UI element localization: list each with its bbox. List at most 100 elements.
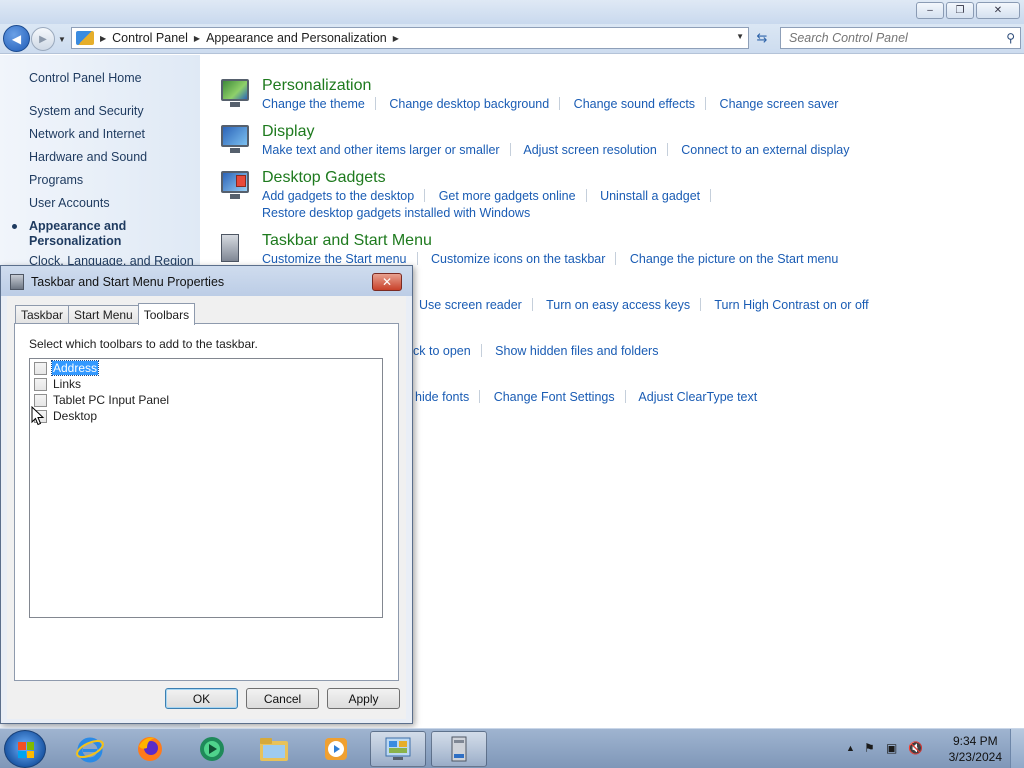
add-gadgets-link[interactable]: Add gadgets to the desktop [262,189,414,203]
toolbar-item-tablet-pc[interactable]: Tablet PC Input Panel [34,392,170,408]
forward-button[interactable]: ▶ [31,27,55,51]
toolbar-item-address[interactable]: Address [34,360,100,376]
breadcrumb-control-panel[interactable]: Control Panel [112,31,188,45]
volume-muted-icon[interactable]: 🔇 [908,741,923,755]
show-hidden-icons-icon[interactable]: ▲ [846,743,855,753]
address-dropdown-icon[interactable]: ▼ [736,32,744,41]
sidebar-item-appearance[interactable]: Appearance and Personalization [29,219,126,249]
dialog-close-button[interactable]: ✕ [372,273,402,291]
breadcrumb-separator-icon[interactable]: ▶ [100,34,106,43]
breadcrumb-separator-icon[interactable]: ▶ [194,34,200,43]
dialog-titlebar[interactable]: Taskbar and Start Menu Properties ✕ [1,266,412,296]
cleartype-link[interactable]: Adjust ClearType text [638,390,757,404]
taskbar-properties-window[interactable] [431,731,487,767]
clock-time: 9:34 PM [952,734,998,748]
close-window-button[interactable]: ✕ [976,2,1020,19]
sidebar-item-control-panel-home[interactable]: Control Panel Home [29,71,142,85]
network-icon[interactable]: ▣ [886,741,897,755]
show-hidden-files-link[interactable]: Show hidden files and folders [495,344,658,358]
clock[interactable]: 9:34 PM 3/23/2024 [949,733,1002,765]
taskbar-firefox[interactable] [122,731,178,767]
breadcrumb-separator-icon[interactable]: ▶ [393,34,399,43]
mouse-pointer-icon [31,406,45,426]
customize-taskbar-icons-link[interactable]: Customize icons on the taskbar [431,252,605,266]
change-screen-saver-link[interactable]: Change screen saver [720,97,839,111]
change-background-link[interactable]: Change desktop background [389,97,549,111]
toolbars-instruction: Select which toolbars to add to the task… [29,337,258,351]
breadcrumb-appearance[interactable]: Appearance and Personalization [206,31,387,45]
sidebar-item-system-security[interactable]: System and Security [29,104,144,118]
toolbar-label: Links [53,377,82,391]
taskbar-media-center[interactable] [184,731,240,767]
search-box[interactable]: ⚲ [780,27,1021,49]
high-contrast-link[interactable]: Turn High Contrast on or off [714,298,868,312]
dialog-body: Taskbar Start Menu Toolbars Select which… [7,296,406,719]
single-double-click-link[interactable]: ck to open [413,344,471,358]
taskbar-properties-icon [10,274,24,290]
screen-resolution-link[interactable]: Adjust screen resolution [523,143,656,157]
back-button[interactable]: ◀ [3,25,30,52]
change-start-picture-link[interactable]: Change the picture on the Start menu [630,252,838,266]
taskbar-title[interactable]: Taskbar and Start Menu [262,232,432,250]
window-controls: – ❐ ✕ [916,2,1020,19]
toolbars-list[interactable]: Address Links Tablet PC Input Panel Desk… [29,358,383,618]
start-button[interactable] [4,730,46,768]
taskbar-media-player[interactable] [308,731,364,767]
taskbar-windows-explorer[interactable] [246,731,302,767]
sidebar-item-network[interactable]: Network and Internet [29,127,145,141]
taskbar-links: Customize the Start menu Customize icons… [262,252,838,266]
folder-options-links: ck to open Show hidden files and folders [413,344,658,358]
text-size-link[interactable]: Make text and other items larger or smal… [262,143,500,157]
cancel-button[interactable]: Cancel [246,688,319,709]
customize-start-menu-link[interactable]: Customize the Start menu [262,252,407,266]
uninstall-gadget-link[interactable]: Uninstall a gadget [600,189,700,203]
show-desktop-button[interactable] [1010,729,1024,768]
tab-start-menu[interactable]: Start Menu [68,305,139,324]
tab-taskbar[interactable]: Taskbar [15,305,70,324]
change-sound-effects-link[interactable]: Change sound effects [574,97,695,111]
taskbar-internet-explorer[interactable] [62,731,118,767]
address-bar[interactable]: ▶ Control Panel ▶ Appearance and Persona… [71,27,749,49]
gadgets-icon [218,169,250,201]
back-arrow-icon: ◀ [11,31,22,46]
dialog-tabs: Taskbar Start Menu Toolbars [15,302,196,325]
forward-arrow-icon: ▶ [39,33,47,45]
recent-pages-dropdown-icon[interactable]: ▼ [58,35,66,44]
ok-button[interactable]: OK [165,688,238,709]
toolbar-label: Desktop [53,409,98,423]
screen-reader-link[interactable]: Use screen reader [419,298,522,312]
font-settings-link[interactable]: Change Font Settings [494,390,615,404]
search-icon[interactable]: ⚲ [1006,31,1015,45]
change-theme-link[interactable]: Change the theme [262,97,365,111]
maximize-button[interactable]: ❐ [946,2,974,19]
action-center-flag-icon[interactable]: ⚑ [864,741,875,755]
external-display-link[interactable]: Connect to an external display [681,143,849,157]
more-gadgets-link[interactable]: Get more gadgets online [439,189,576,203]
refresh-icon[interactable]: ⇆ [752,29,772,47]
gadgets-title[interactable]: Desktop Gadgets [262,169,386,187]
clock-date: 3/23/2024 [948,750,1002,764]
address-checkbox[interactable] [34,361,47,375]
sidebar-item-programs[interactable]: Programs [29,173,83,187]
taskbar-control-panel[interactable] [370,731,426,767]
minimize-button[interactable]: – [916,2,944,19]
links-checkbox[interactable] [34,377,47,391]
sidebar-item-user-accounts[interactable]: User Accounts [29,196,110,210]
toolbar-label: Tablet PC Input Panel [53,393,170,407]
control-panel-icon [385,737,411,760]
apply-button[interactable]: Apply [327,688,400,709]
gadgets-links: Add gadgets to the desktop Get more gadg… [262,189,721,203]
display-title[interactable]: Display [262,123,314,141]
tablet-pc-checkbox[interactable] [34,393,47,407]
personalization-title[interactable]: Personalization [262,77,371,95]
restore-gadgets-link[interactable]: Restore desktop gadgets installed with W… [262,206,530,220]
taskbar-properties-dialog: Taskbar and Start Menu Properties ✕ Task… [0,265,413,724]
tab-toolbars[interactable]: Toolbars [137,303,196,325]
easy-access-keys-link[interactable]: Turn on easy access keys [546,298,690,312]
toolbar-item-links[interactable]: Links [34,376,82,392]
search-input[interactable] [789,31,989,45]
internet-explorer-icon [76,737,104,763]
system-tray: ▲ ⚑ ▣ 🔇 9:34 PM 3/23/2024 [834,729,1024,768]
sidebar-item-hardware[interactable]: Hardware and Sound [29,150,147,164]
show-hide-fonts-link[interactable]: hide fonts [415,390,469,404]
